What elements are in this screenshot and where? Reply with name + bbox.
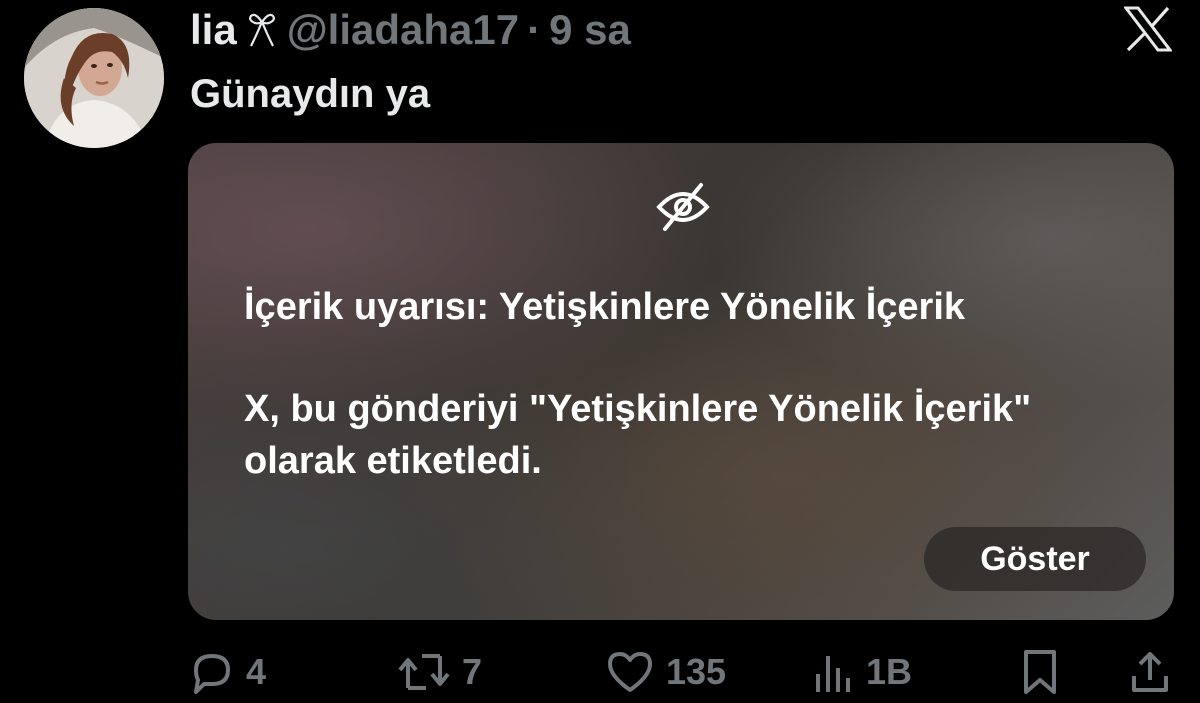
eye-off-icon bbox=[655, 181, 711, 233]
separator-dot: · bbox=[527, 6, 542, 53]
x-logo-icon bbox=[1122, 6, 1174, 52]
like-icon bbox=[604, 648, 656, 696]
views-icon bbox=[812, 648, 856, 696]
bookmark-icon bbox=[1020, 648, 1060, 696]
display-name[interactable]: lia bbox=[190, 4, 237, 56]
avatar-photo bbox=[24, 8, 164, 148]
tweet-header: lia @liadaha17 · 9 sa bbox=[190, 4, 631, 56]
reply-icon bbox=[188, 648, 236, 696]
repost-icon bbox=[396, 648, 452, 696]
views-count: 1B bbox=[866, 651, 913, 692]
bow-icon bbox=[245, 10, 279, 50]
share-button[interactable] bbox=[1128, 644, 1172, 700]
like-button[interactable]: 135 bbox=[604, 644, 726, 700]
share-icon bbox=[1128, 648, 1172, 696]
avatar[interactable] bbox=[24, 8, 164, 148]
like-count: 135 bbox=[666, 651, 727, 692]
views-button[interactable]: 1B bbox=[812, 644, 912, 700]
repost-button[interactable]: 7 bbox=[396, 644, 482, 700]
content-warning-card: İçerik uyarısı: Yetişkinlere Yönelik İçe… bbox=[188, 143, 1174, 620]
reply-button[interactable]: 4 bbox=[188, 644, 266, 700]
tweet-text: Günaydın ya bbox=[190, 72, 431, 116]
show-content-button[interactable]: Göster bbox=[924, 527, 1146, 591]
repost-count: 7 bbox=[462, 651, 483, 692]
tweet-actions: 4 7 135 1B bbox=[188, 644, 1178, 700]
warning-title: İçerik uyarısı: Yetişkinlere Yönelik İçe… bbox=[244, 286, 966, 328]
tweet-timestamp[interactable]: 9 sa bbox=[549, 4, 631, 56]
bookmark-button[interactable] bbox=[1020, 644, 1060, 700]
user-handle[interactable]: @liadaha17 bbox=[287, 4, 519, 56]
warning-description: X, bu gönderiyi "Yetişkinlere Yönelik İç… bbox=[244, 388, 1032, 482]
reply-count: 4 bbox=[246, 651, 267, 692]
